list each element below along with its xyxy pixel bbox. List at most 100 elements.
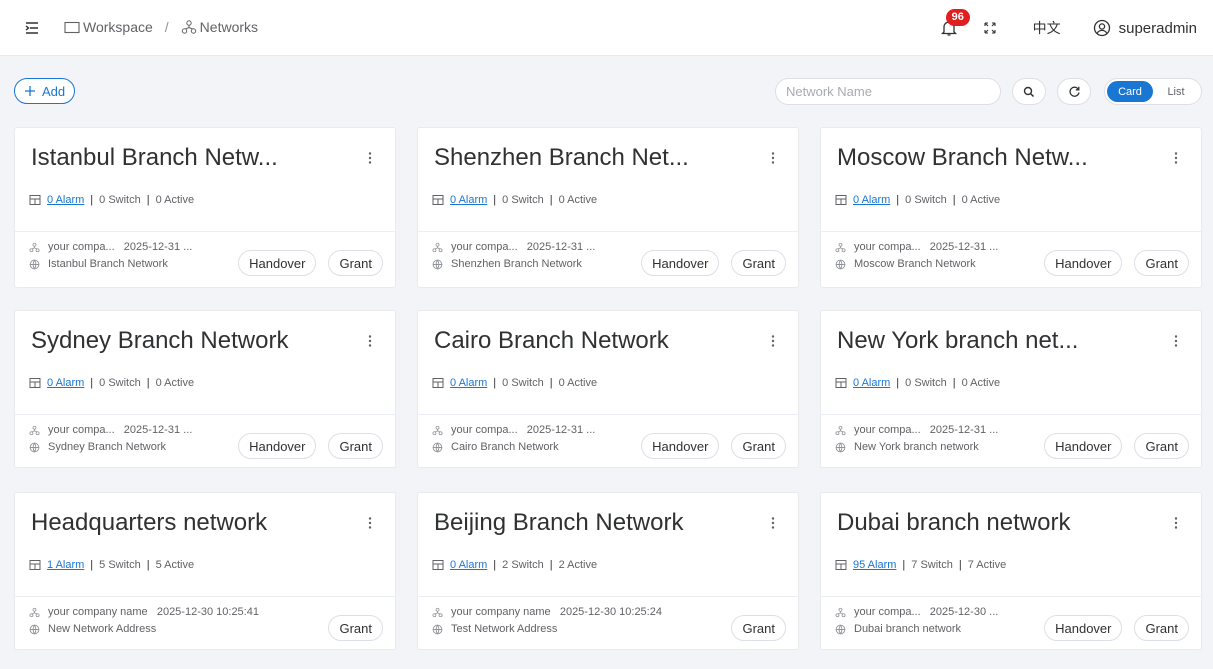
- more-options-icon[interactable]: [1169, 515, 1183, 531]
- organization-icon: [835, 425, 846, 436]
- network-meta: your compa... 2025-12-31 ... Moscow Bran…: [835, 239, 998, 273]
- device-icon: [29, 195, 41, 205]
- alarm-link[interactable]: 0 Alarm: [853, 194, 890, 206]
- handover-button[interactable]: Handover: [238, 250, 317, 276]
- more-options-icon[interactable]: [766, 150, 780, 166]
- view-mode-switch: Card List: [1104, 78, 1202, 105]
- network-card[interactable]: Sydney Branch Network 0 Alarm | 0 Switch…: [14, 310, 396, 468]
- network-stats: 0 Alarm | 0 Switch | 0 Active: [432, 377, 597, 389]
- alarm-link[interactable]: 0 Alarm: [450, 194, 487, 206]
- card-divider: [821, 414, 1201, 415]
- network-card[interactable]: Istanbul Branch Netw... 0 Alarm | 0 Swit…: [14, 127, 396, 288]
- alarm-link[interactable]: 0 Alarm: [450, 377, 487, 389]
- handover-button[interactable]: Handover: [238, 433, 317, 459]
- network-address: Sydney Branch Network: [48, 441, 166, 453]
- network-card-title[interactable]: Headquarters network: [31, 509, 267, 537]
- network-card[interactable]: Shenzhen Branch Net... 0 Alarm | 0 Switc…: [417, 127, 799, 288]
- company-and-date: your compa... 2025-12-31 ...: [48, 241, 193, 253]
- grant-button[interactable]: Grant: [731, 615, 786, 641]
- more-options-icon[interactable]: [1169, 150, 1183, 166]
- add-network-button[interactable]: Add: [14, 78, 76, 104]
- stats-separator: |: [493, 194, 497, 206]
- menu-fold-icon[interactable]: [24, 20, 40, 36]
- globe-icon: [835, 259, 846, 270]
- network-card-title[interactable]: Beijing Branch Network: [434, 509, 683, 537]
- network-name-search-input[interactable]: [775, 78, 1001, 105]
- breadcrumb-networks[interactable]: Networks: [181, 19, 258, 35]
- more-options-icon[interactable]: [363, 150, 377, 166]
- network-meta: your company name 2025-12-30 10:25:41 Ne…: [29, 604, 259, 638]
- alarm-link[interactable]: 1 Alarm: [47, 559, 84, 571]
- alarm-link[interactable]: 0 Alarm: [450, 559, 487, 571]
- grant-button[interactable]: Grant: [1134, 250, 1189, 276]
- network-card[interactable]: Moscow Branch Netw... 0 Alarm | 0 Switch…: [820, 127, 1202, 288]
- toolbar: Add Card List: [14, 78, 1202, 106]
- stats-separator: |: [146, 194, 150, 206]
- grant-button[interactable]: Grant: [731, 433, 786, 459]
- network-meta: your compa... 2025-12-31 ... Cairo Branc…: [432, 422, 595, 456]
- switch-count: 5 Switch: [99, 559, 141, 571]
- grant-button[interactable]: Grant: [731, 250, 786, 276]
- grant-button[interactable]: Grant: [1134, 615, 1189, 641]
- device-icon: [29, 560, 41, 570]
- network-card-title[interactable]: Sydney Branch Network: [31, 327, 288, 355]
- alarm-link[interactable]: 95 Alarm: [853, 559, 896, 571]
- stats-separator: |: [493, 377, 497, 389]
- language-switch[interactable]: 中文: [1033, 18, 1061, 38]
- view-list-option[interactable]: List: [1155, 81, 1197, 102]
- view-card-option[interactable]: Card: [1107, 81, 1153, 102]
- grant-button[interactable]: Grant: [1134, 433, 1189, 459]
- grant-button[interactable]: Grant: [328, 250, 383, 276]
- fullscreen-icon[interactable]: [981, 19, 999, 37]
- alarm-link[interactable]: 0 Alarm: [47, 194, 84, 206]
- device-icon: [835, 378, 847, 388]
- handover-button[interactable]: Handover: [641, 250, 720, 276]
- network-card-title[interactable]: Cairo Branch Network: [434, 327, 669, 355]
- card-divider: [821, 231, 1201, 232]
- handover-button[interactable]: Handover: [641, 433, 720, 459]
- network-card-title[interactable]: Istanbul Branch Netw...: [31, 144, 278, 172]
- card-divider: [418, 596, 798, 597]
- more-options-icon[interactable]: [1169, 333, 1183, 349]
- notification-button[interactable]: 96: [939, 9, 970, 38]
- company-and-date: your compa... 2025-12-31 ...: [451, 241, 596, 253]
- network-stats: 0 Alarm | 0 Switch | 0 Active: [835, 194, 1000, 206]
- grant-button[interactable]: Grant: [328, 433, 383, 459]
- handover-button[interactable]: Handover: [1044, 615, 1123, 641]
- handover-button[interactable]: Handover: [1044, 433, 1123, 459]
- network-card[interactable]: Headquarters network 1 Alarm | 5 Switch …: [14, 492, 396, 650]
- network-stats: 0 Alarm | 0 Switch | 0 Active: [29, 194, 194, 206]
- refresh-button[interactable]: [1057, 78, 1091, 105]
- search-button[interactable]: [1012, 78, 1046, 105]
- network-meta: your compa... 2025-12-30 ... Dubai branc…: [835, 604, 998, 638]
- add-button-label: Add: [42, 83, 66, 99]
- card-actions: Handover Grant: [1044, 433, 1189, 459]
- more-options-icon[interactable]: [766, 515, 780, 531]
- stats-separator: |: [493, 559, 497, 571]
- more-options-icon[interactable]: [363, 515, 377, 531]
- network-card-title[interactable]: Shenzhen Branch Net...: [434, 144, 689, 172]
- handover-button[interactable]: Handover: [1044, 250, 1123, 276]
- network-meta: your company name 2025-12-30 10:25:24 Te…: [432, 604, 662, 638]
- network-card[interactable]: Dubai branch network 95 Alarm | 7 Switch…: [820, 492, 1202, 650]
- organization-icon: [432, 607, 443, 618]
- user-menu[interactable]: superadmin: [1093, 19, 1197, 37]
- network-card-title[interactable]: Moscow Branch Netw...: [837, 144, 1088, 172]
- alarm-link[interactable]: 0 Alarm: [47, 377, 84, 389]
- organization-icon: [29, 425, 40, 436]
- more-options-icon[interactable]: [766, 333, 780, 349]
- username: superadmin: [1118, 19, 1197, 37]
- grant-button[interactable]: Grant: [328, 615, 383, 641]
- network-card-title[interactable]: Dubai branch network: [837, 509, 1070, 537]
- alarm-link[interactable]: 0 Alarm: [853, 377, 890, 389]
- network-card[interactable]: Cairo Branch Network 0 Alarm | 0 Switch …: [417, 310, 799, 468]
- breadcrumb-workspace[interactable]: Workspace: [64, 19, 153, 35]
- more-options-icon[interactable]: [363, 333, 377, 349]
- switch-count: 0 Switch: [905, 377, 947, 389]
- network-card[interactable]: New York branch net... 0 Alarm | 0 Switc…: [820, 310, 1202, 468]
- network-card[interactable]: Beijing Branch Network 0 Alarm | 2 Switc…: [417, 492, 799, 650]
- stats-separator: |: [902, 559, 906, 571]
- network-card-title[interactable]: New York branch net...: [837, 327, 1078, 355]
- user-icon: [1093, 19, 1110, 37]
- card-actions: Grant: [731, 615, 786, 641]
